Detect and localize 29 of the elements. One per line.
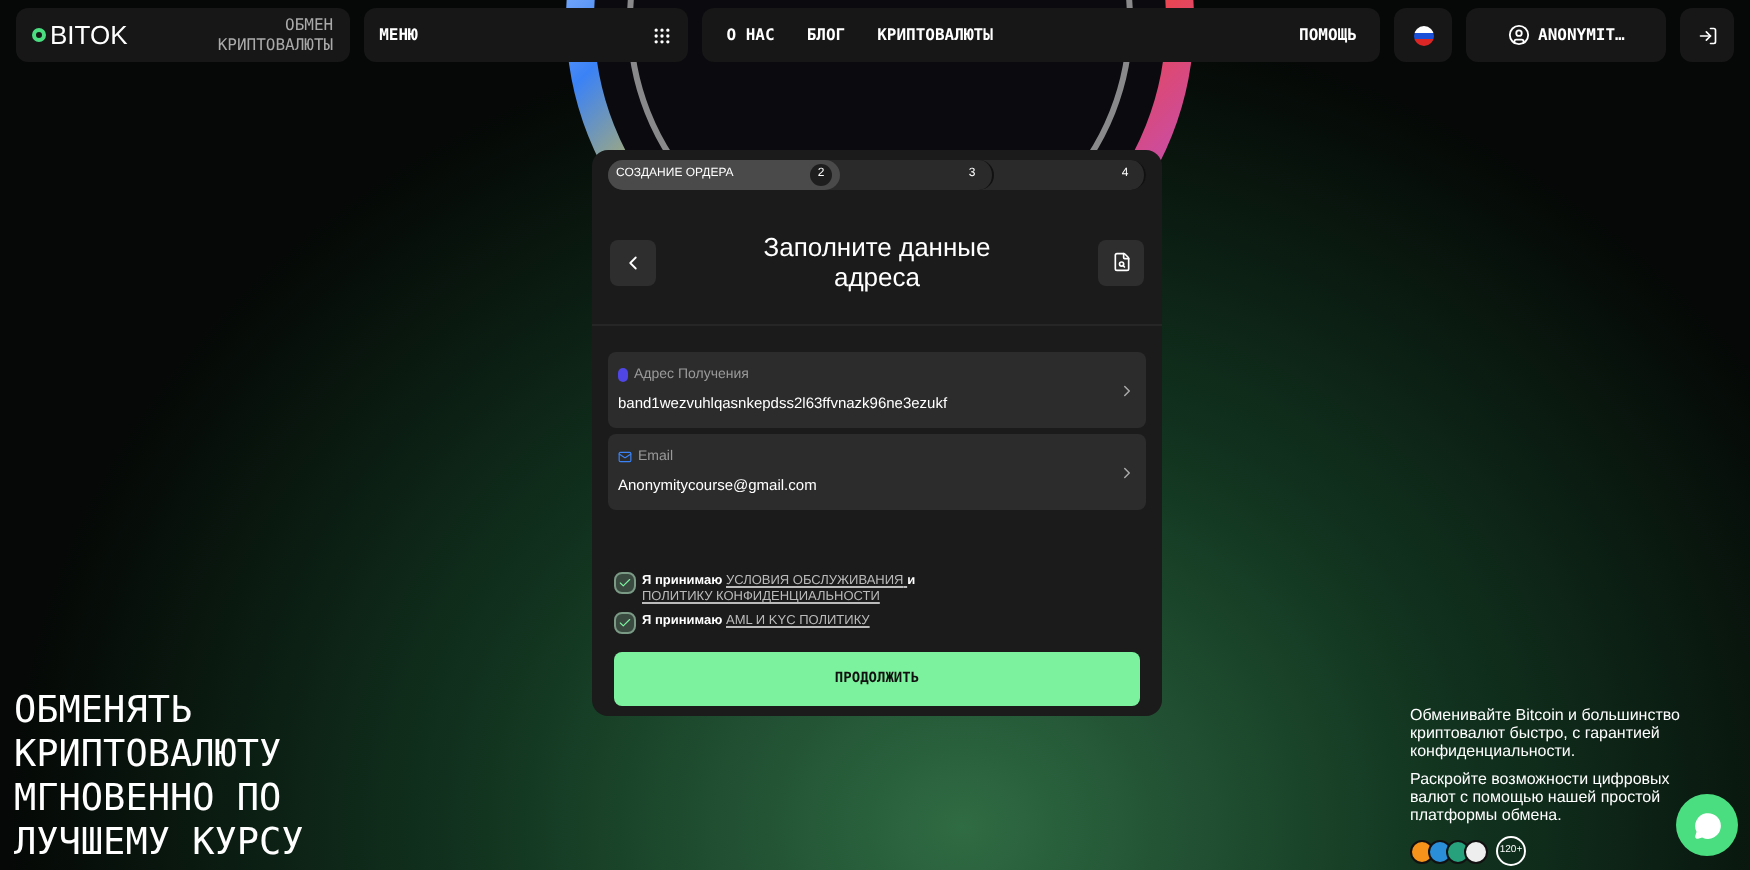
document-search-icon [1111,252,1131,272]
chat-button[interactable] [1676,794,1738,856]
logout-icon [1697,25,1718,45]
chevron-icon [1118,381,1136,399]
nav-link[interactable]: БЛОГ [806,23,846,47]
card-title: Заполните данные адреса [761,232,993,292]
logo-caption: ОБМЕН КРИПТОВАЛЮТЫ [215,15,334,55]
nav-link[interactable]: КРИПТОВАЛЮТЫ [877,23,993,47]
menu-button[interactable]: МЕНЮ [363,8,689,62]
chat-icon [1693,811,1721,839]
chevron-icon [1118,463,1136,481]
checkbox[interactable] [614,612,636,634]
logout-button[interactable] [1680,8,1734,62]
language-button[interactable] [1394,8,1453,62]
grid-icon [652,25,673,45]
user-button[interactable]: ANONYMIT… [1466,8,1667,62]
promo-text: Обменивайте Bitcoin и большинство криптовалют быстро, с гарантией конфиденциальности. [1410,706,1682,760]
logo[interactable]: BITOK [32,15,128,55]
promo-text: Раскройте возможности цифровых валют с помощью нашей простой платформы обмена. [1410,770,1672,824]
flag-icon [1413,25,1434,45]
nav-link[interactable]: О НАС [726,23,775,47]
help-link[interactable]: ПОМОЩЬ [1299,23,1357,47]
mail-icon [618,450,632,465]
lookup-button[interactable] [1098,239,1144,285]
checkmark-icon [618,616,632,630]
user-icon [1508,24,1531,46]
hero-headline: ОБМЕНЯТЬ КРИПТОВАЛЮТУ МГНОВЕННО ПО ЛУЧШЕМУ КУРСУ [14,690,304,866]
checkmark-icon [618,576,632,590]
checkbox[interactable] [614,572,636,594]
